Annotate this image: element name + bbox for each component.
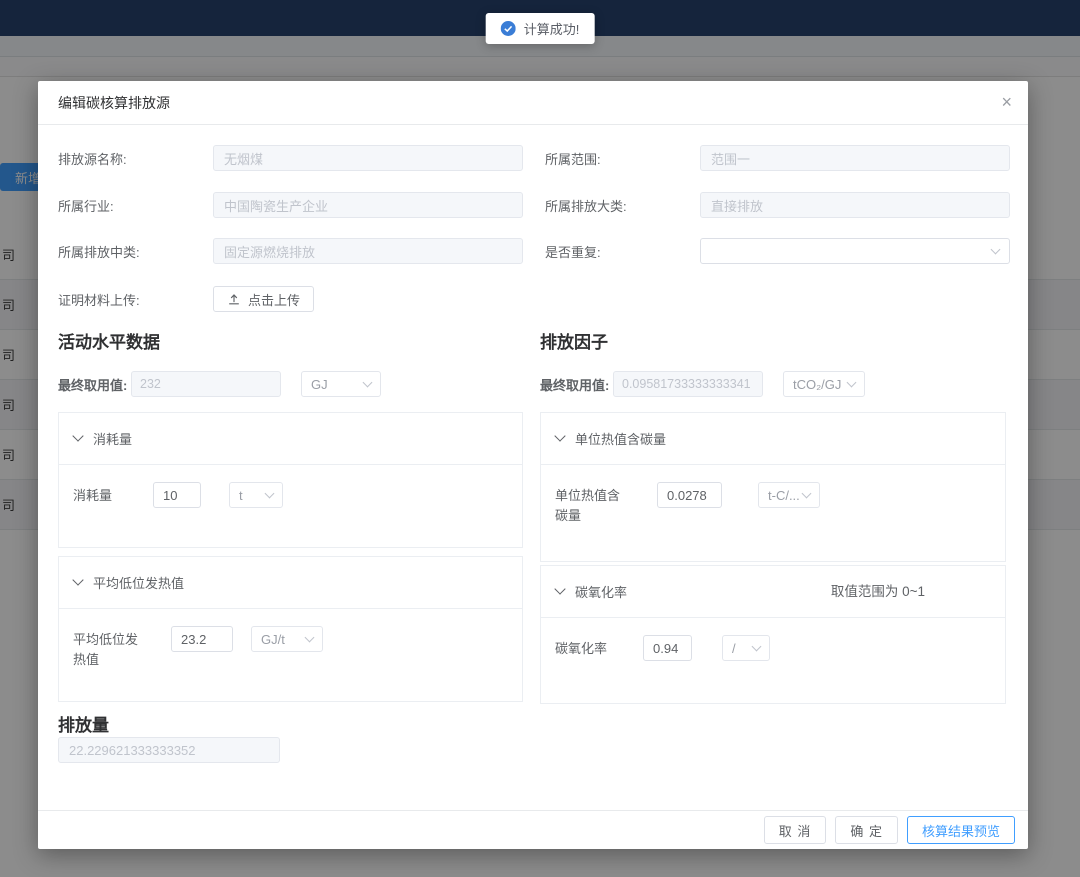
panel-body: 碳氧化率 / [541,618,1005,678]
consumption-input[interactable] [153,482,201,508]
mid-category-input [213,238,523,264]
chevron-down-icon [363,378,373,388]
upload-icon [227,292,241,306]
field-major-category: 所属排放大类: [545,192,1010,218]
carbon-content-unit-select: t-C/... [758,482,820,508]
oxidation-rate-panel: 碳氧化率 取值范围为 0~1 碳氧化率 / [540,565,1006,704]
preview-result-button[interactable]: 核算结果预览 [907,816,1015,844]
field-label: 证明材料上传: [58,290,213,309]
chevron-down-icon [752,642,762,652]
panel-body: 平均低位发热值 GJ/t [59,609,522,687]
chevron-down-icon [265,489,275,499]
panel-header-oxidation-rate[interactable]: 碳氧化率 取值范围为 0~1 [541,566,1005,618]
panel-header-heating-value[interactable]: 平均低位发热值 [59,557,522,609]
major-category-input [700,192,1010,218]
consumption-panel: 消耗量 消耗量 t [58,412,523,548]
dialog-footer: 取 消 确 定 核算结果预览 [38,810,1028,849]
factor-unit-select: tCO₂/GJ [783,371,865,397]
select-value: t-C/... [768,488,800,503]
metric-label: 消耗量 [73,482,153,506]
field-scope: 所属范围: [545,145,1010,171]
toast-message: 计算成功! [486,13,595,44]
chevron-down-icon [991,245,1001,255]
metric-label: 碳氧化率 [555,635,643,659]
field-upload: 证明材料上传: 点击上传 [58,286,314,312]
industry-input [213,192,523,218]
toast-text: 计算成功! [524,19,580,38]
scope-input [700,145,1010,171]
panel-title: 单位热值含碳量 [575,429,666,448]
panel-title: 碳氧化率 [575,582,627,601]
oxidation-rate-input[interactable] [643,635,692,661]
upload-button[interactable]: 点击上传 [213,286,314,312]
metric-label: 单位热值含碳量 [555,482,657,526]
activity-section-title: 活动水平数据 [58,328,160,353]
dialog-title: 编辑碳核算排放源 [58,81,170,125]
carbon-content-panel: 单位热值含碳量 单位热值含碳量 t-C/... [540,412,1006,562]
field-duplicate: 是否重复: [545,238,1010,264]
emission-section-title: 排放量 [58,711,109,736]
chevron-down-icon [305,633,315,643]
panel-title: 消耗量 [93,429,132,448]
factor-final-input [613,371,763,397]
upload-button-label: 点击上传 [248,290,300,309]
source-name-input [213,145,523,171]
panel-body: 单位热值含碳量 t-C/... [541,465,1005,543]
activity-final-input [131,371,281,397]
select-value: / [732,641,736,656]
select-value: GJ [311,377,328,392]
field-industry: 所属行业: [58,192,523,218]
chevron-down-icon [72,574,83,585]
success-check-icon [501,21,516,36]
field-mid-category: 所属排放中类: [58,238,523,264]
select-value: t [239,488,243,503]
panel-title: 平均低位发热值 [93,573,184,592]
chevron-down-icon [554,430,565,441]
panel-header-consumption[interactable]: 消耗量 [59,413,522,465]
field-source-name: 排放源名称: [58,145,523,171]
select-value: tCO₂/GJ [793,377,841,392]
final-value-label: 最终取用值: [58,375,131,394]
confirm-button[interactable]: 确 定 [835,816,898,844]
edit-emission-source-dialog: 编辑碳核算排放源 × 排放源名称: 所属范围: 所属行业: 所属排放大类: 所属… [38,81,1028,849]
final-value-label: 最终取用值: [540,375,613,394]
chevron-down-icon [847,378,857,388]
chevron-down-icon [802,489,812,499]
heating-value-panel: 平均低位发热值 平均低位发热值 GJ/t [58,556,523,702]
panel-header-carbon-content[interactable]: 单位热值含碳量 [541,413,1005,465]
value-range-note: 取值范围为 0~1 [831,566,925,618]
dialog-header: 编辑碳核算排放源 × [38,81,1028,125]
carbon-content-input[interactable] [657,482,722,508]
field-label: 所属排放中类: [58,242,213,261]
factor-section-title: 排放因子 [540,328,608,353]
metric-label: 平均低位发热值 [73,626,171,670]
close-icon[interactable]: × [1001,92,1012,112]
consumption-unit-select: t [229,482,283,508]
oxidation-rate-unit-select: / [722,635,770,661]
heating-value-unit-select: GJ/t [251,626,323,652]
select-value: GJ/t [261,632,285,647]
activity-unit-select: GJ [301,371,381,397]
heating-value-input[interactable] [171,626,233,652]
factor-final-row: 最终取用值: tCO₂/GJ [540,371,865,397]
panel-body: 消耗量 t [59,465,522,525]
field-label: 所属排放大类: [545,196,700,215]
field-label: 是否重复: [545,242,700,261]
cancel-button[interactable]: 取 消 [764,816,827,844]
emission-result-input [58,737,280,763]
chevron-down-icon [554,583,565,594]
field-label: 所属行业: [58,196,213,215]
activity-final-row: 最终取用值: GJ [58,371,381,397]
duplicate-select[interactable] [700,238,1010,264]
field-label: 所属范围: [545,149,700,168]
field-label: 排放源名称: [58,149,213,168]
chevron-down-icon [72,430,83,441]
